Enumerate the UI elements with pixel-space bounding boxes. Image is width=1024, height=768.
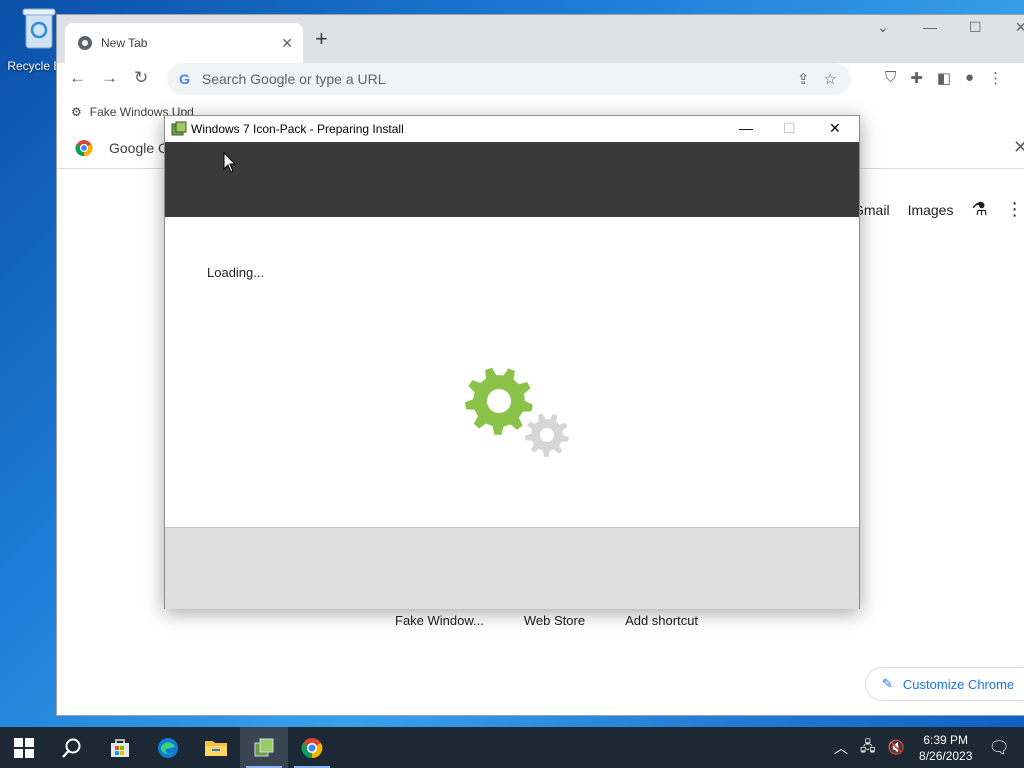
labs-flask-icon[interactable]: ⚗ bbox=[971, 199, 987, 220]
minimize-button[interactable]: — bbox=[923, 19, 937, 35]
chrome-favicon-icon bbox=[78, 36, 92, 50]
tab-title: New Tab bbox=[101, 36, 148, 50]
start-button[interactable] bbox=[0, 727, 48, 768]
chrome-taskbar-button[interactable] bbox=[288, 727, 336, 768]
installer-icon bbox=[254, 738, 274, 756]
omnibox-placeholder: Search Google or type a URL bbox=[201, 71, 386, 87]
system-tray: ︿ 🖧 🔇 6:39 PM 8/26/2023 🗨 bbox=[828, 727, 1024, 768]
network-icon[interactable]: 🖧 bbox=[860, 736, 876, 760]
installer-minimize-button[interactable]: — bbox=[739, 120, 753, 136]
notifications-icon[interactable]: 🗨 bbox=[988, 738, 1010, 758]
clock-date: 8/26/2023 bbox=[919, 748, 973, 763]
installer-app-icon bbox=[171, 121, 187, 136]
extensions-puzzle-icon[interactable]: ✚ bbox=[910, 69, 923, 87]
chrome-logo-icon bbox=[75, 139, 93, 156]
installer-titlebar[interactable]: Windows 7 Icon-Pack - Preparing Install … bbox=[165, 116, 859, 142]
customize-chrome-button[interactable]: ✎ Customize Chrome bbox=[865, 667, 1024, 701]
start-icon bbox=[14, 737, 34, 758]
menu-kebab-icon[interactable]: ⋮ bbox=[988, 69, 1003, 87]
tab-new-tab[interactable]: New Tab ✕ bbox=[65, 23, 303, 63]
store-icon bbox=[111, 738, 129, 757]
installer-footer bbox=[165, 527, 859, 609]
installer-body: Loading... bbox=[165, 217, 859, 527]
ublock-icon[interactable]: ⛉ bbox=[885, 69, 896, 87]
clock-time: 6:39 PM bbox=[923, 732, 969, 747]
installer-window: Windows 7 Icon-Pack - Preparing Install … bbox=[164, 115, 860, 609]
file-explorer-button[interactable] bbox=[192, 727, 240, 768]
google-g-icon: G bbox=[179, 71, 190, 87]
loading-gears-icon bbox=[465, 367, 569, 457]
shortcut-tile[interactable]: Fake Window... bbox=[395, 613, 484, 628]
installer-maximize-button: ☐ bbox=[783, 120, 796, 136]
back-icon[interactable]: ← bbox=[69, 68, 86, 88]
installer-header-band bbox=[165, 142, 859, 217]
bookmark-favicon-icon: ⚙ bbox=[71, 105, 82, 119]
shortcut-tile[interactable]: Web Store bbox=[524, 613, 585, 628]
pencil-icon: ✎ bbox=[882, 676, 893, 691]
taskbar: ︿ 🖧 🔇 6:39 PM 8/26/2023 🗨 bbox=[0, 727, 1024, 768]
store-button[interactable] bbox=[96, 727, 144, 768]
search-button[interactable] bbox=[48, 727, 96, 768]
close-window-button[interactable]: ✕ bbox=[1015, 19, 1024, 36]
recycle-bin-icon bbox=[22, 8, 56, 49]
file-explorer-icon bbox=[205, 740, 227, 756]
apps-grid-icon[interactable]: ⋮⋮ bbox=[1006, 199, 1024, 220]
chrome-icon bbox=[301, 737, 323, 758]
installer-close-button[interactable]: ✕ bbox=[829, 120, 841, 137]
infobar-close-icon[interactable]: ✕ bbox=[1013, 137, 1024, 158]
edge-button[interactable] bbox=[144, 727, 192, 768]
share-icon[interactable]: ⇪ bbox=[797, 70, 810, 88]
shortcut-tile[interactable]: Add shortcut bbox=[625, 613, 698, 628]
installer-taskbar-button[interactable] bbox=[240, 727, 288, 768]
toolbar: ← → ↻ G Search Google or type a URL ⇪ ☆ … bbox=[57, 63, 1024, 97]
tab-close-icon[interactable]: ✕ bbox=[281, 35, 293, 52]
side-panel-icon[interactable]: ◧ bbox=[937, 69, 951, 87]
edge-icon bbox=[158, 737, 178, 758]
customize-chrome-label: Customize Chrome bbox=[902, 676, 1015, 692]
tray-chevron-up-icon[interactable]: ︿ bbox=[834, 738, 848, 758]
forward-icon[interactable]: → bbox=[101, 68, 118, 88]
tab-search-icon[interactable]: ⌄ bbox=[877, 19, 889, 36]
search-icon bbox=[62, 738, 81, 758]
maximize-button[interactable]: ☐ bbox=[969, 19, 982, 36]
new-tab-button[interactable]: + bbox=[315, 27, 328, 51]
mouse-cursor-icon bbox=[223, 152, 237, 173]
bookmark-star-icon[interactable]: ☆ bbox=[824, 70, 837, 88]
omnibox[interactable]: G Search Google or type a URL ⇪ ☆ bbox=[167, 63, 851, 95]
clock[interactable]: 6:39 PM 8/26/2023 bbox=[919, 732, 972, 764]
extension-icons: ⛉ ✚ ◧ ● ⋮ bbox=[885, 69, 1003, 87]
profile-avatar-icon[interactable]: ● bbox=[965, 69, 974, 87]
google-bar: Gmail Images ⚗ ⋮⋮ bbox=[853, 199, 1024, 220]
loading-text: Loading... bbox=[207, 265, 265, 280]
installer-title: Windows 7 Icon-Pack - Preparing Install bbox=[191, 122, 404, 136]
volume-muted-icon[interactable]: 🔇 bbox=[888, 739, 905, 756]
images-link[interactable]: Images bbox=[908, 202, 954, 218]
reload-icon[interactable]: ↻ bbox=[134, 68, 148, 88]
shortcuts-row: Fake Window... Web Store Add shortcut bbox=[395, 613, 698, 628]
tab-strip: New Tab ✕ + ⌄ — ☐ ✕ bbox=[57, 15, 1024, 63]
